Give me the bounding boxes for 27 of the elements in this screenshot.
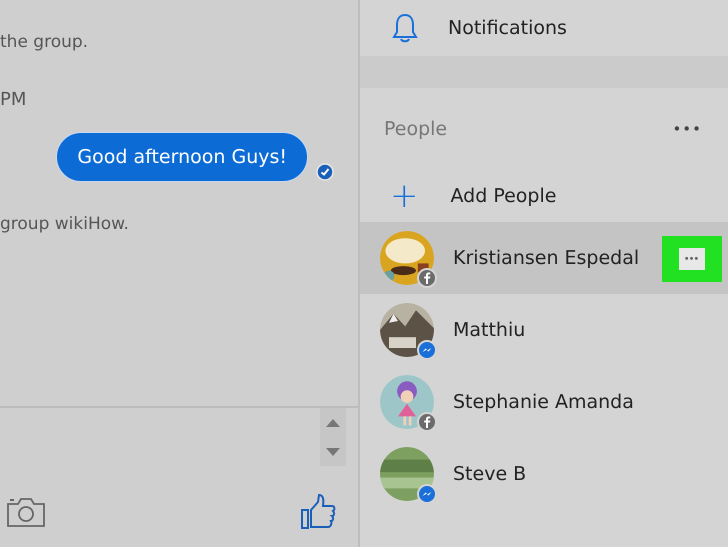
row-menu-button[interactable]: ••• bbox=[662, 236, 722, 282]
scroll-up-icon[interactable] bbox=[326, 418, 340, 426]
person-row[interactable]: Stephanie Amanda bbox=[360, 366, 728, 438]
facebook-badge-icon bbox=[417, 412, 437, 432]
timestamp: PM bbox=[0, 89, 28, 110]
message-bubble: Good afternoon Guys! bbox=[56, 132, 308, 182]
scroll-down-icon[interactable] bbox=[326, 448, 340, 456]
section-title: People bbox=[384, 118, 448, 140]
person-name: Stephanie Amanda bbox=[453, 391, 634, 413]
person-name: Kristiansen Espedal bbox=[453, 247, 640, 269]
person-name: Matthiu bbox=[453, 319, 526, 341]
messenger-badge-icon bbox=[417, 484, 437, 504]
person-name: Steve B bbox=[453, 463, 526, 485]
thumbs-up-icon[interactable] bbox=[300, 494, 336, 530]
person-row[interactable]: Steve B bbox=[360, 438, 728, 510]
facebook-badge-icon bbox=[417, 268, 437, 288]
bell-icon[interactable] bbox=[392, 13, 418, 43]
scrollbar[interactable] bbox=[320, 408, 346, 466]
person-row[interactable]: Kristiansen Espedal ••• bbox=[360, 222, 728, 294]
notifications-label[interactable]: Notifications bbox=[448, 17, 567, 39]
system-message: the group. bbox=[0, 32, 90, 54]
messenger-badge-icon bbox=[417, 340, 437, 360]
camera-icon[interactable] bbox=[6, 496, 46, 528]
add-people-link[interactable]: Add People bbox=[450, 185, 556, 207]
more-options[interactable]: ••• bbox=[672, 120, 702, 138]
system-message: group wikiHow. bbox=[0, 214, 130, 236]
person-row[interactable]: Matthiu bbox=[360, 294, 728, 366]
